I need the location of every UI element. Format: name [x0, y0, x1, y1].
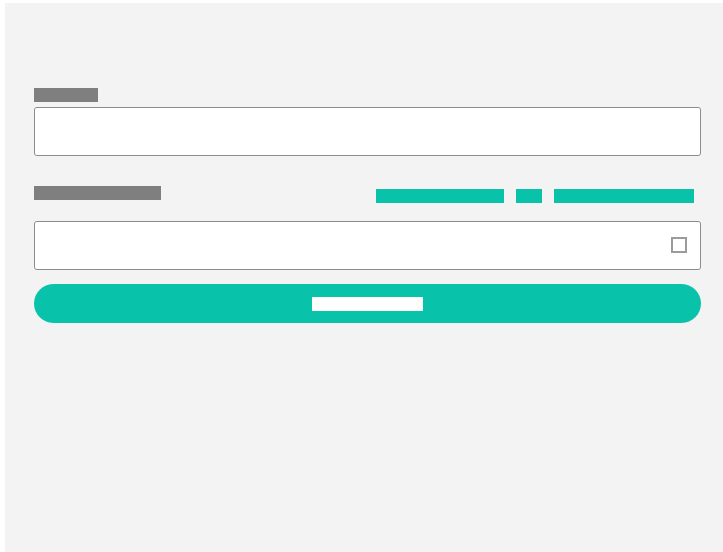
checkbox-square-icon[interactable]	[671, 237, 687, 253]
submit-button-label-text	[368, 297, 369, 298]
auxiliary-link-2-text	[516, 189, 517, 190]
submit-button-label	[312, 297, 423, 311]
auxiliary-link-3-text	[554, 189, 555, 190]
second-input[interactable]	[34, 221, 701, 270]
auxiliary-link-2[interactable]	[516, 189, 542, 203]
first-input[interactable]	[34, 107, 701, 156]
auxiliary-link-1-text	[376, 189, 377, 190]
login-panel	[5, 3, 723, 552]
first-field-label-text	[34, 88, 35, 89]
auxiliary-link-1[interactable]	[376, 189, 504, 203]
second-field-label	[34, 186, 161, 200]
submit-button[interactable]	[34, 284, 701, 323]
auxiliary-link-3[interactable]	[554, 189, 694, 203]
second-field-label-text	[34, 186, 35, 187]
first-field-label	[34, 88, 98, 102]
